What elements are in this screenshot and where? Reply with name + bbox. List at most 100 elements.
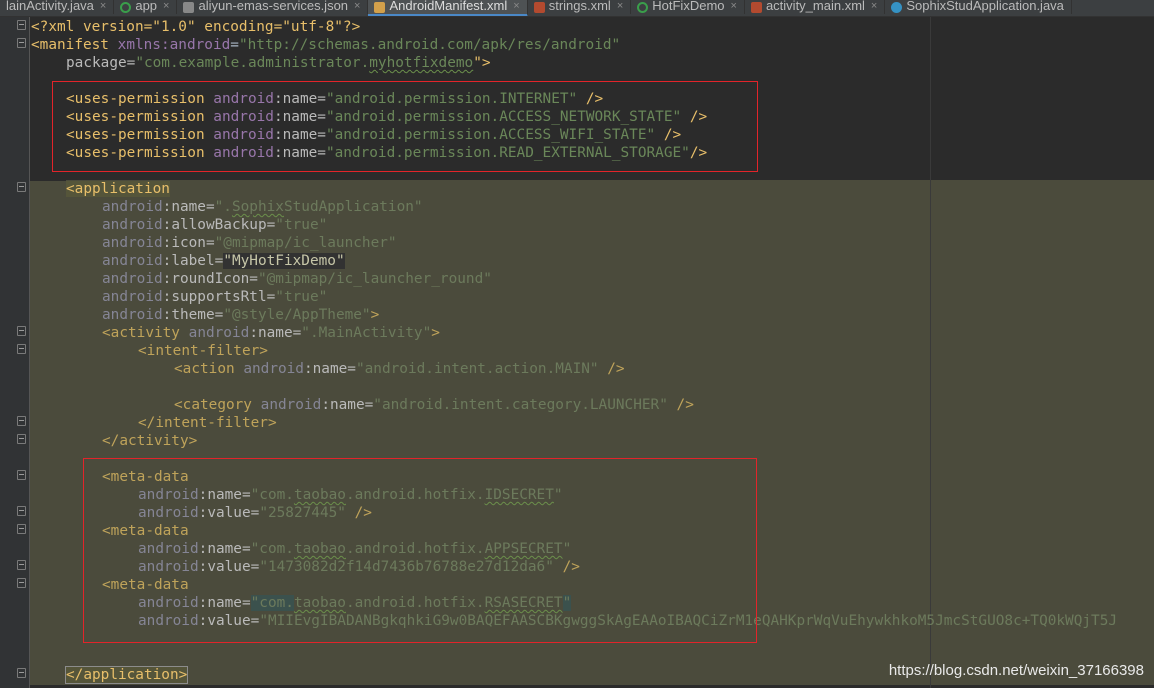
attr-name: :icon= (162, 235, 215, 251)
attr-name: :supportsRtl= (162, 289, 276, 305)
app-attr-line: android:theme="@style/AppTheme"> (102, 306, 379, 324)
close-icon[interactable]: × (871, 0, 877, 13)
fold-toggle-icon[interactable] (17, 20, 26, 30)
android-ns: android (102, 289, 163, 305)
layout-file-icon (750, 1, 762, 13)
tab-aliyun-emas-services-json[interactable]: aliyun-emas-services.json × (177, 0, 369, 14)
scope-highlight-row (30, 379, 1154, 397)
category-value: "android.intent.category.LAUNCHER" (373, 397, 668, 413)
intent-filter-close-line: </intent-filter> (138, 414, 277, 432)
fold-toggle-icon[interactable] (17, 434, 26, 444)
tab-label: app (135, 0, 158, 13)
close-icon[interactable]: × (354, 0, 360, 13)
name-attr: :name= (321, 397, 374, 413)
tab-label: activity_main.xml (765, 0, 865, 13)
application-close-line: </application> (64, 666, 189, 684)
attr-value: ". (214, 199, 232, 215)
tab-sophixstudapplication-java[interactable]: SophixStudApplication.java (885, 0, 1072, 14)
xml-declaration: <?xml version="1.0" encoding="utf-8"?> (31, 19, 361, 35)
attr-value: "@mipmap/ic_launcher" (214, 235, 397, 251)
attr-value-end: StudApplication" (283, 199, 423, 215)
tab-label: HotFixDemo (652, 0, 725, 13)
close-icon[interactable]: × (617, 0, 623, 13)
tab-label: AndroidManifest.xml (389, 0, 508, 13)
manifest-file-icon (374, 1, 386, 13)
android-ns: android (102, 235, 163, 251)
fold-toggle-icon[interactable] (17, 344, 26, 354)
intent-filter-close-tag: </intent-filter> (138, 415, 277, 431)
activity-close-line: </activity> (102, 432, 197, 450)
tab-label: lainActivity.java (6, 0, 94, 13)
category-line: <category android:name="android.intent.c… (174, 396, 694, 414)
meta-data-annotation-box (83, 458, 757, 643)
action-tag: <action (174, 361, 235, 377)
xml-resource-icon (533, 1, 545, 13)
fold-toggle-icon[interactable] (17, 38, 26, 48)
tab-strings-xml[interactable]: strings.xml × (528, 0, 632, 14)
android-ns: android (102, 271, 163, 287)
fold-toggle-icon[interactable] (17, 416, 26, 426)
editor-tab-bar: lainActivity.java × app × aliyun-emas-se… (0, 0, 1154, 17)
app-attr-line: android:label="MyHotFixDemo" (102, 252, 345, 270)
tab-app[interactable]: app × (114, 0, 178, 14)
tab-androidmanifest-xml[interactable]: AndroidManifest.xml × (368, 0, 528, 16)
close-icon[interactable]: × (163, 0, 169, 13)
tab-label: aliyun-emas-services.json (198, 0, 349, 13)
package-value-end: "> (473, 55, 491, 71)
self-close: /> (607, 361, 625, 377)
scope-highlight-row (30, 181, 1154, 199)
name-attr: :name= (303, 361, 356, 377)
application-close-tag: </application> (64, 666, 189, 684)
attr-value: "@mipmap/ic_launcher_round" (257, 271, 492, 287)
tag-close: > (431, 325, 440, 341)
action-value: "android.intent.action.MAIN" (355, 361, 599, 377)
attr-value: "@style/AppTheme" (223, 307, 371, 323)
tab-activity-main-xml[interactable]: activity_main.xml × (745, 0, 886, 14)
fold-toggle-icon[interactable] (17, 560, 26, 570)
close-icon[interactable]: × (731, 0, 737, 13)
json-file-icon (183, 1, 195, 13)
category-tag: <category (174, 397, 252, 413)
attr-name: :roundIcon= (162, 271, 258, 287)
tab-hotfixdemo[interactable]: HotFixDemo × (631, 0, 745, 14)
attr-value: "MyHotFixDemo" (223, 253, 345, 269)
code-line-1: <?xml version="1.0" encoding="utf-8"?> (31, 18, 360, 36)
package-value: "com.example.administrator. (135, 55, 370, 71)
gradle-module-icon (120, 1, 132, 13)
app-attr-line: android:roundIcon="@mipmap/ic_launcher_r… (102, 270, 492, 288)
permissions-annotation-box (52, 81, 758, 172)
android-ns: android (260, 397, 322, 413)
attr-value-typo: Sophix (231, 199, 284, 215)
android-ns: android (188, 325, 250, 341)
tag-close: > (370, 307, 380, 323)
fold-toggle-icon[interactable] (17, 470, 26, 480)
attr-value: "true" (275, 289, 328, 305)
action-line: <action android:name="android.intent.act… (174, 360, 625, 378)
xmlns-attr: xmlns:android (117, 37, 231, 53)
app-attr-line: android:name=".SophixStudApplication" (102, 198, 423, 216)
app-attr-line: android:supportsRtl="true" (102, 288, 327, 306)
tab-label: SophixStudApplication.java (906, 0, 1064, 13)
scope-highlight-row (30, 433, 1154, 451)
close-icon[interactable]: × (100, 0, 106, 13)
fold-toggle-icon[interactable] (17, 326, 26, 336)
xmlns-value: "http://schemas.android.com/apk/res/andr… (238, 37, 621, 53)
fold-toggle-icon[interactable] (17, 578, 26, 588)
android-ns: android (102, 199, 163, 215)
fold-toggle-icon[interactable] (17, 506, 26, 516)
fold-toggle-icon[interactable] (17, 524, 26, 534)
gradle-module-icon (637, 1, 649, 13)
activity-name-value: ".MainActivity" (301, 325, 432, 341)
fold-toggle-icon[interactable] (17, 668, 26, 678)
java-class-icon (891, 1, 903, 13)
tab-mainactivity-java[interactable]: lainActivity.java × (0, 0, 115, 14)
app-attr-line: android:allowBackup="true" (102, 216, 327, 234)
fold-toggle-icon[interactable] (17, 182, 26, 192)
right-margin-guide (930, 17, 931, 688)
attr-name: :label= (162, 253, 224, 269)
attr-name: :name= (162, 199, 215, 215)
close-icon[interactable]: × (513, 0, 519, 13)
android-ns: android (102, 253, 163, 269)
code-line-3: package="com.example.administrator.myhot… (66, 54, 491, 72)
app-attr-line: android:icon="@mipmap/ic_launcher" (102, 234, 397, 252)
